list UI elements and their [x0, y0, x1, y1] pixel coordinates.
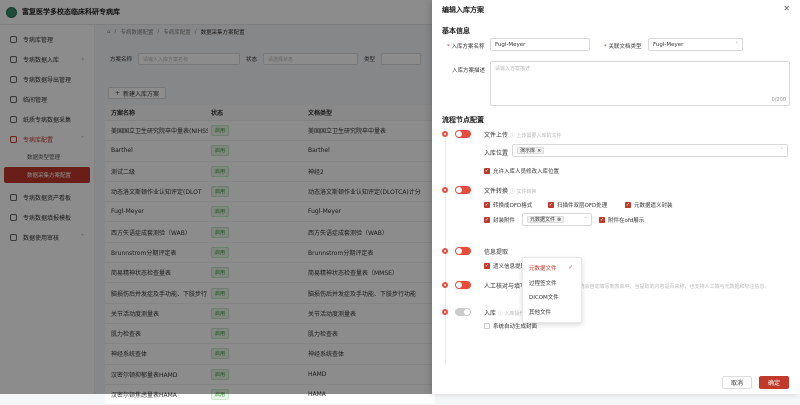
allow-change-checkbox[interactable]: ✓ 允许入库人员修改入库位置	[484, 167, 559, 175]
attach-ofd-checkbox[interactable]: ✓ 附件在ofd展示	[599, 216, 644, 224]
dropdown-option[interactable]: 其他文件	[523, 305, 581, 320]
drawer-title: 编辑入库方案	[442, 6, 484, 14]
toggle-switch[interactable]	[455, 186, 471, 194]
desc-label: 入库方案描述	[452, 68, 486, 74]
tag-close-icon[interactable]: ⊗	[557, 217, 561, 223]
doctype-label: * 关联文档类型	[604, 44, 642, 50]
flow-heading: 流程节点配置	[442, 116, 484, 124]
basic-info-heading: 基本信息	[442, 27, 470, 35]
confirm-button[interactable]: 确定	[759, 376, 789, 389]
check-icon: ✓	[568, 265, 573, 272]
location-tag: 演示库 ×	[517, 147, 545, 154]
location-label: 入库位置	[484, 150, 509, 157]
chevron-up-icon: ˄	[584, 216, 588, 223]
metadata-wrap-checkbox[interactable]: ✓ 元数据遗义封装	[625, 201, 673, 209]
desc-textarea[interactable]: 请输入方案描述 0/200	[490, 61, 790, 106]
chevron-down-icon: ˅	[780, 147, 784, 154]
node-dot	[442, 187, 448, 193]
convert-ofd-checkbox[interactable]: ✓ 转换成OFD格式	[484, 201, 532, 209]
edit-plan-drawer: 编辑入库方案 ✕ 基本信息 * 入库方案名称 Fugl-Meyer * 关联文档…	[432, 0, 800, 394]
dropdown-option[interactable]: 过程签文件	[523, 276, 581, 291]
dropdown-option[interactable]: DICOM文件	[523, 290, 581, 305]
dropdown-option[interactable]: 元数据文件 ✓	[523, 261, 581, 276]
node-dot	[442, 131, 448, 137]
close-icon[interactable]: ✕	[783, 4, 790, 13]
toggle-switch[interactable]	[455, 130, 471, 138]
node-dot	[442, 282, 448, 288]
attach-checkbox[interactable]: ✓ 封装附件	[484, 216, 515, 224]
auto-cover-checkbox[interactable]: 系统自动生成封面	[484, 322, 537, 330]
chevron-down-icon: ˅	[735, 41, 739, 48]
modal-overlay[interactable]	[0, 0, 432, 394]
plan-name-label: * 入库方案名称	[447, 44, 485, 50]
location-select[interactable]: 演示库 × ˅	[512, 144, 788, 157]
attach-dropdown-menu: 元数据文件 ✓ 过程签文件 DICOM文件 其他文件	[522, 257, 582, 323]
doctype-select[interactable]: Fugl-Meyer ˅	[648, 38, 743, 51]
scan-ofd-checkbox[interactable]: ✓ 扫描件双层OFD处理	[548, 201, 607, 209]
node-dot	[442, 248, 448, 254]
char-count: 0/200	[771, 97, 786, 103]
toggle-switch[interactable]	[455, 281, 471, 289]
attach-tag: 元数据文件 ⊗	[527, 216, 565, 223]
attach-select[interactable]: 元数据文件 ⊗ ˄	[522, 213, 592, 226]
tag-close-icon[interactable]: ×	[537, 148, 541, 154]
toggle-switch[interactable]	[455, 308, 471, 316]
cancel-button[interactable]: 取消	[722, 376, 752, 389]
plan-name-input[interactable]: Fugl-Meyer	[490, 38, 590, 51]
toggle-switch[interactable]	[455, 247, 471, 255]
semantic-extract-checkbox[interactable]: ✓ 遗义信息提取	[484, 262, 526, 270]
node-dot	[442, 309, 448, 315]
